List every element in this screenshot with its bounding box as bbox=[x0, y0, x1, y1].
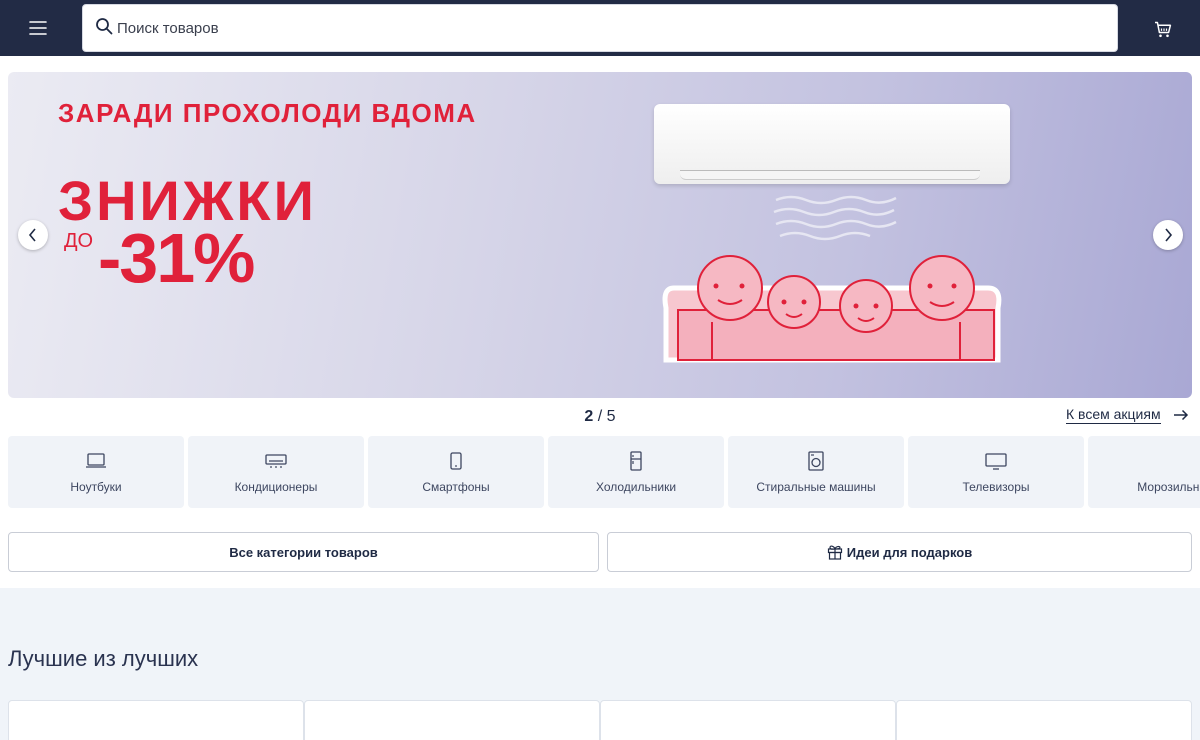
smartphone-icon bbox=[449, 450, 463, 472]
category-label: Ноутбуки bbox=[70, 480, 122, 494]
cart-icon[interactable] bbox=[1148, 14, 1178, 44]
search-bar[interactable] bbox=[82, 4, 1118, 52]
ac-vent bbox=[680, 170, 980, 180]
air-conditioner-image bbox=[654, 104, 1010, 184]
chevron-left-icon bbox=[28, 228, 36, 242]
family-sofa-illustration bbox=[662, 255, 1002, 363]
category-freezers[interactable]: Морозильные bbox=[1088, 436, 1200, 508]
category-tvs[interactable]: Телевизоры bbox=[908, 436, 1084, 508]
washing-machine-icon bbox=[807, 450, 825, 472]
category-label: Холодильники bbox=[595, 480, 677, 494]
laptop-icon bbox=[85, 450, 107, 472]
all-promos-label[interactable]: К всем акциям bbox=[1066, 406, 1161, 424]
section-title: Лучшие из лучших bbox=[8, 646, 199, 671]
category-washing-machines[interactable]: Стиральные машины bbox=[728, 436, 904, 508]
pager-total: 5 bbox=[606, 408, 616, 425]
all-categories-label: Все категории товаров bbox=[229, 544, 378, 560]
gift-icon bbox=[827, 544, 843, 560]
carousel-next-button[interactable] bbox=[1153, 220, 1183, 250]
pager-current: 2 bbox=[584, 408, 594, 425]
search-icon bbox=[95, 17, 113, 40]
all-promos-link[interactable]: К всем акциям bbox=[1066, 406, 1189, 424]
all-categories-button[interactable]: Все категории товаров bbox=[8, 532, 599, 572]
product-card[interactable] bbox=[896, 700, 1192, 740]
product-card[interactable] bbox=[600, 700, 896, 740]
banner-subtitle: ЗАРАДИ ПРОХОЛОДИ ВДОМА bbox=[58, 98, 477, 128]
category-air-conditioners[interactable]: Кондиционеры bbox=[188, 436, 364, 508]
category-laptops[interactable]: Ноутбуки bbox=[8, 436, 184, 508]
banner-discount-value: -31% bbox=[98, 219, 255, 297]
category-strip: Ноутбуки Кондиционеры Смартфоны Холодиль… bbox=[8, 436, 1200, 508]
top-header bbox=[0, 0, 1200, 56]
product-card[interactable] bbox=[304, 700, 600, 740]
category-fridges[interactable]: Холодильники bbox=[548, 436, 724, 508]
gift-ideas-label: Идеи для подарков bbox=[846, 544, 973, 560]
banner-discount: -31% bbox=[60, 218, 255, 298]
category-label: Кондиционеры bbox=[234, 480, 318, 494]
fridge-icon bbox=[629, 450, 643, 472]
promo-banner[interactable]: ЗАРАДИ ПРОХОЛОДИ ВДОМА ЗНИЖКИ ДО -31% bbox=[8, 72, 1192, 398]
category-label: Смартфоны bbox=[422, 480, 490, 494]
search-input[interactable] bbox=[117, 19, 1117, 37]
best-section: Лучшие из лучших bbox=[0, 588, 1200, 740]
air-conditioner-icon bbox=[265, 450, 287, 472]
chevron-right-icon bbox=[1165, 228, 1173, 242]
pager-separator: / bbox=[597, 408, 603, 425]
airflow-lines bbox=[773, 195, 897, 241]
category-label: Морозильные bbox=[1137, 480, 1200, 494]
arrow-right-icon bbox=[1173, 409, 1188, 421]
carousel-prev-button[interactable] bbox=[18, 220, 48, 250]
product-cards bbox=[8, 700, 1192, 740]
category-label: Телевизоры bbox=[962, 480, 1030, 494]
gift-ideas-button[interactable]: Идеи для подарков bbox=[607, 532, 1192, 572]
tv-icon bbox=[985, 450, 1007, 472]
hamburger-icon[interactable] bbox=[18, 16, 58, 40]
product-card[interactable] bbox=[8, 700, 304, 740]
category-label: Стиральные машины bbox=[756, 480, 876, 494]
carousel-pager: 2 / 5 bbox=[570, 408, 630, 426]
category-smartphones[interactable]: Смартфоны bbox=[368, 436, 544, 508]
